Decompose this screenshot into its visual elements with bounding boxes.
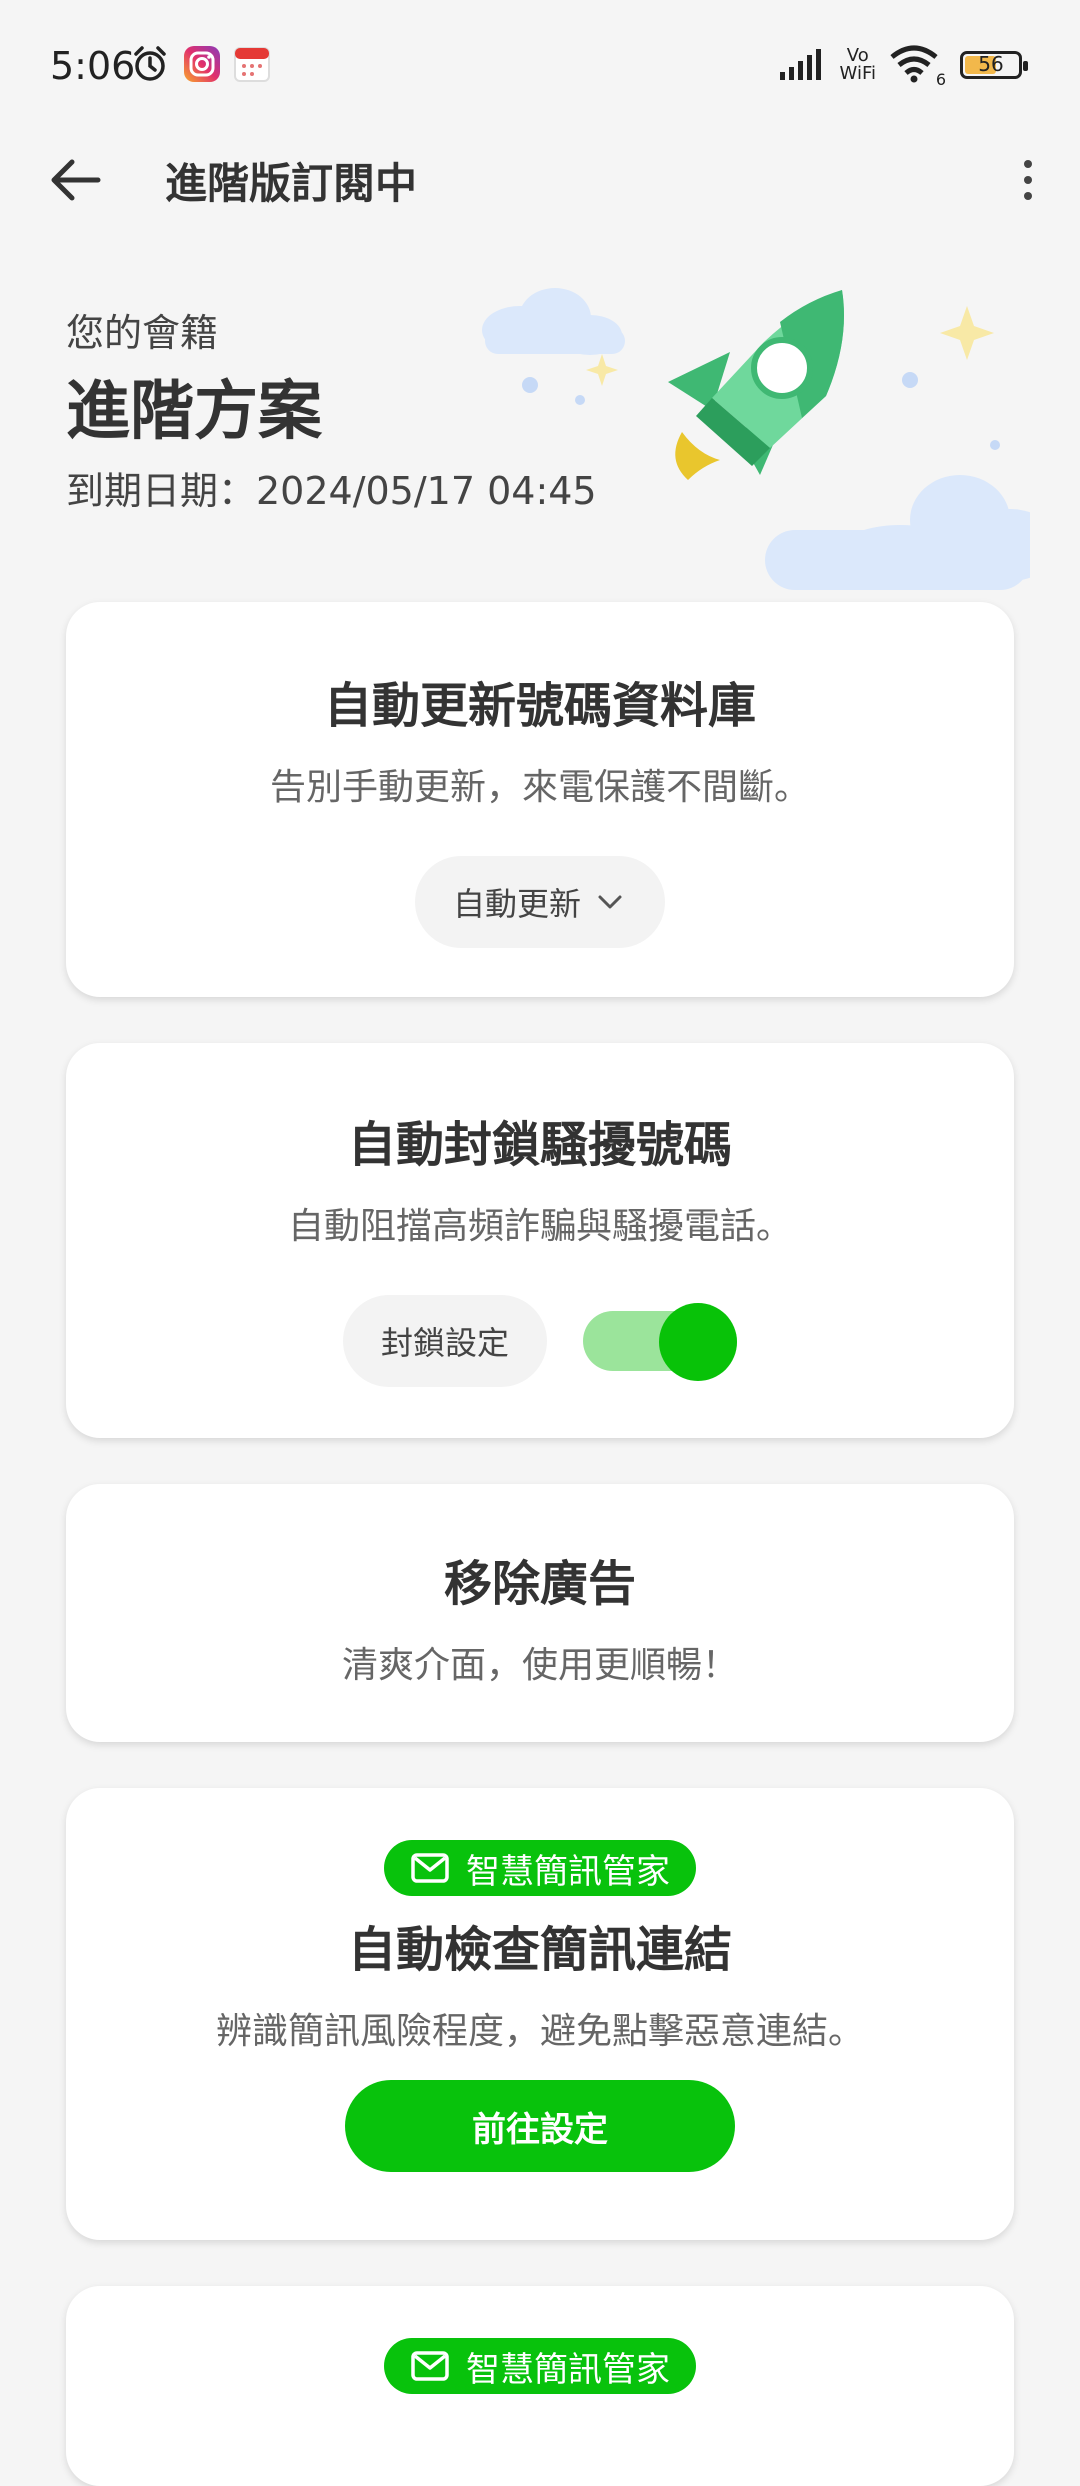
card-title: 移除廣告 bbox=[443, 1556, 636, 1612]
membership-label: 您的會籍 bbox=[66, 311, 219, 355]
card-title: 自動更新號碼資料庫 bbox=[323, 678, 756, 734]
card-title: 自動封鎖騷擾號碼 bbox=[347, 1117, 732, 1173]
sms-manager-badge: 智慧簡訊管家 bbox=[384, 1840, 696, 1896]
app-bar: 進階版訂閱中 bbox=[0, 130, 1080, 230]
signal-icon bbox=[779, 49, 821, 80]
page-title: 進階版訂閱中 bbox=[165, 159, 418, 208]
card-description: 自動阻擋高頻詐騙與騷擾電話。 bbox=[287, 1206, 792, 1247]
block-settings-button[interactable]: 封鎖設定 bbox=[342, 1295, 547, 1387]
wifi-icon bbox=[890, 45, 938, 83]
mail-icon bbox=[411, 1853, 449, 1883]
status-bar: 5:06 Vo WiFi 6 56 bbox=[0, 0, 1080, 130]
vowifi-indicator: Vo WiFi bbox=[840, 47, 876, 83]
battery-icon: 56 bbox=[960, 51, 1028, 79]
instagram-icon bbox=[184, 46, 220, 82]
card-sms-link-check: 智慧簡訊管家 自動檢查簡訊連結 辨識簡訊風險程度，避免點擊惡意連結。 前往設定 bbox=[66, 1788, 1014, 2240]
status-time: 5:06 bbox=[50, 44, 136, 88]
more-vert-icon bbox=[1024, 160, 1032, 168]
dropdown-label: 自動更新 bbox=[452, 885, 581, 923]
card-auto-block: 自動封鎖騷擾號碼 自動阻擋高頻詐騙與騷擾電話。 封鎖設定 bbox=[66, 1043, 1014, 1438]
chevron-down-icon bbox=[598, 895, 622, 909]
auto-block-toggle[interactable] bbox=[583, 1303, 737, 1381]
block-settings-label: 封鎖設定 bbox=[380, 1324, 509, 1362]
auto-update-dropdown[interactable]: 自動更新 bbox=[414, 856, 665, 948]
status-indicators: Vo WiFi 6 56 bbox=[778, 40, 1028, 90]
vowifi-bottom: WiFi bbox=[839, 63, 876, 84]
mail-icon bbox=[411, 2351, 449, 2381]
rocket-illustration bbox=[482, 288, 1030, 590]
card-remove-ads: 移除廣告 清爽介面，使用更順暢！ bbox=[66, 1484, 1014, 1742]
sms-manager-badge: 智慧簡訊管家 bbox=[384, 2338, 696, 2394]
membership-header: 您的會籍 進階方案 到期日期：2024/05/17 04:45 bbox=[0, 288, 1080, 590]
card-sms-manager-partial: 智慧簡訊管家 bbox=[66, 2286, 1014, 2486]
back-button[interactable] bbox=[44, 148, 108, 212]
go-to-settings-button[interactable]: 前往設定 bbox=[345, 2080, 735, 2172]
plan-name: 進階方案 bbox=[66, 375, 322, 449]
more-options-button[interactable] bbox=[996, 148, 1060, 212]
card-description: 清爽介面，使用更順暢！ bbox=[341, 1645, 738, 1686]
wifi-indicator: 6 bbox=[890, 45, 946, 89]
arrow-left-icon bbox=[51, 159, 101, 201]
alarm-icon bbox=[134, 46, 166, 81]
wifi-gen-label: 6 bbox=[935, 70, 946, 89]
badge-label: 智慧簡訊管家 bbox=[466, 2349, 670, 2390]
card-title: 自動檢查簡訊連結 bbox=[347, 1922, 732, 1978]
badge-label: 智慧簡訊管家 bbox=[466, 1851, 670, 1892]
card-description: 辨識簡訊風險程度，避免點擊惡意連結。 bbox=[215, 2011, 864, 2052]
card-description: 告別手動更新，來電保護不間斷。 bbox=[269, 767, 810, 808]
card-auto-update-db: 自動更新號碼資料庫 告別手動更新，來電保護不間斷。 自動更新 bbox=[66, 602, 1014, 997]
battery-level: 56 bbox=[978, 52, 1004, 76]
calendar-icon bbox=[234, 47, 270, 82]
